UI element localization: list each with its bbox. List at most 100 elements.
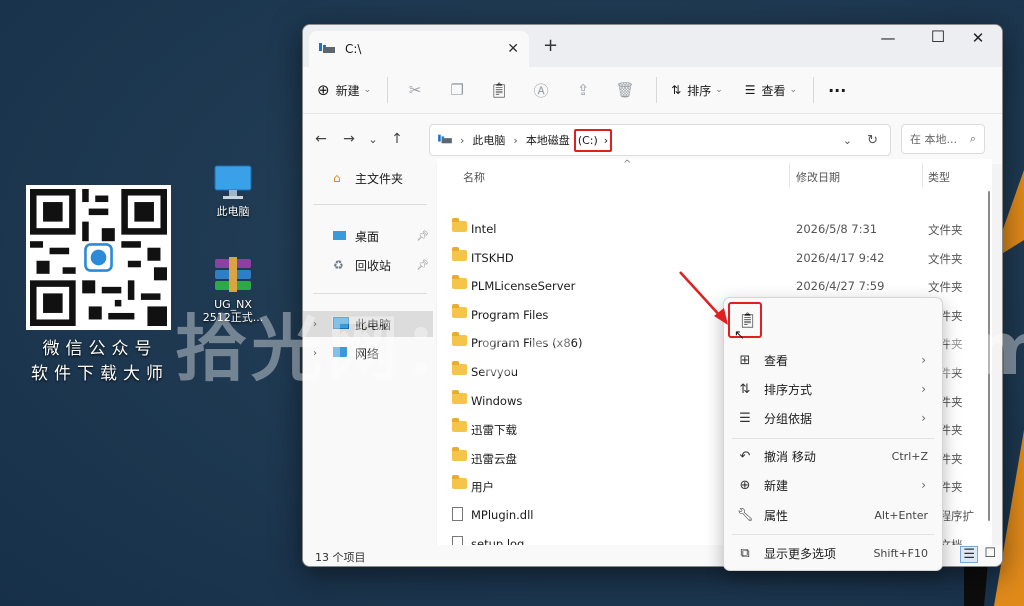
pin-icon[interactable]: 📌︎ <box>416 231 429 242</box>
file-name: Program Files (x86) <box>471 336 583 351</box>
chevron-down-icon: ⌄ <box>715 85 723 95</box>
qr-caption-line2: 软件下载大师 <box>31 364 169 384</box>
column-type[interactable]: 类型 <box>928 169 950 185</box>
copy-icon[interactable]: ❐ <box>444 81 470 99</box>
cut-icon[interactable]: ✂ <box>402 81 428 99</box>
new-tab-button[interactable]: + <box>543 35 558 56</box>
paste-icon: 📋︎ <box>738 311 758 329</box>
paste-icon[interactable]: 📋︎ <box>486 81 512 99</box>
navigation-pane: ⌂ 主文件夹 桌面 📌︎ ♻ 回收站 📌︎ › 此电脑 › 网络 <box>303 163 436 551</box>
breadcrumb-local-disk[interactable]: 本地磁盘 <box>526 132 570 148</box>
file-date: 2026/4/17 9:42 <box>796 250 885 265</box>
folder-icon <box>452 332 467 349</box>
history-chevron-icon[interactable]: ⌄ <box>843 134 852 147</box>
file-name: 迅雷云盘 <box>471 451 517 466</box>
tiles-view-icon[interactable]: ☐ <box>984 546 996 561</box>
file-name: Windows <box>471 393 523 408</box>
winrar-archive-icon <box>215 257 251 292</box>
monitor-icon <box>214 165 252 199</box>
sidebar-item-desktop[interactable]: 桌面 📌︎ <box>313 223 433 249</box>
desktop-icon-label: UG_NX 2512正式... <box>202 298 264 324</box>
file-name: MPlugin.dll <box>471 508 534 522</box>
address-bar[interactable]: › 此电脑 › 本地磁盘 (C:) › ⌄ ↻ <box>429 124 891 156</box>
tab-title: C:\ <box>345 42 362 56</box>
close-window-button[interactable]: ✕ <box>955 29 1001 47</box>
chevron-down-icon: ⌄ <box>789 85 798 95</box>
vertical-scrollbar[interactable] <box>986 191 992 521</box>
column-name[interactable]: 名称 <box>463 169 485 185</box>
sort-icon: ⇅ <box>671 83 682 97</box>
details-view-icon[interactable]: ☰ <box>960 546 978 563</box>
file-type: 文件夹 <box>928 251 963 266</box>
desktop-icon-archive[interactable]: UG_NX 2512正式... <box>198 255 268 324</box>
back-arrow-icon[interactable]: ← <box>309 131 333 147</box>
home-icon: ⌂ <box>333 171 341 185</box>
sort-button[interactable]: ⇅ 排序 ⌄ <box>671 82 723 99</box>
recycle-bin-icon: ♻ <box>333 258 344 272</box>
minimize-button[interactable]: — <box>865 29 911 47</box>
menu-item-group[interactable]: ☰ 分组依据 › <box>724 404 942 432</box>
menu-item-new[interactable]: ⊕ 新建 › <box>724 471 942 499</box>
tab-c-drive[interactable]: C:\ ✕ <box>309 31 529 67</box>
folder-icon <box>452 418 467 435</box>
expand-chevron-icon[interactable]: › <box>313 319 317 330</box>
title-bar: C:\ ✕ + — ☐ ✕ <box>303 25 1002 67</box>
menu-item-view[interactable]: ⊞ 查看 › <box>724 346 942 374</box>
file-row[interactable]: Intel 2026/5/8 7:31 文件夹 <box>437 215 992 243</box>
sidebar-item-home[interactable]: ⌂ 主文件夹 <box>313 165 433 191</box>
search-icon: ⌕ <box>969 132 976 145</box>
network-icon <box>333 346 351 360</box>
sidebar-item-this-pc[interactable]: › 此电脑 <box>303 311 433 337</box>
file-name: ITSKHD <box>471 250 514 265</box>
up-arrow-icon[interactable]: ↑ <box>385 131 409 147</box>
search-box[interactable]: 在 本地... ⌕ <box>901 124 985 154</box>
drive-icon <box>438 133 452 148</box>
expand-chevron-icon[interactable]: › <box>313 348 317 359</box>
rename-icon[interactable]: Ⓐ <box>528 80 554 101</box>
chevron-right-icon: › <box>513 133 518 147</box>
chevron-down-icon: ⌄ <box>363 85 372 95</box>
file-date: 2026/4/27 7:59 <box>796 279 885 294</box>
file-icon <box>452 507 463 524</box>
menu-item-undo[interactable]: ↶ 撤消 移动 Ctrl+Z <box>724 442 942 470</box>
group-list-icon: ☰ <box>739 410 751 426</box>
monitor-icon <box>333 316 351 332</box>
grid-icon: ⊞ <box>739 352 751 368</box>
delete-icon[interactable]: 🗑︎ <box>612 81 638 99</box>
column-date[interactable]: 修改日期 <box>796 169 840 185</box>
desktop-icon-thispc[interactable]: 此电脑 <box>198 164 268 218</box>
menu-item-sort[interactable]: ⇅ 排序方式 › <box>724 375 942 403</box>
file-name: 迅雷下载 <box>471 423 517 438</box>
folder-icon <box>452 303 467 321</box>
context-menu: 📋︎ ↖ ⊞ 查看 › ⇅ 排序方式 › ☰ 分组依据 › ↶ 撤消 移动 Ct… <box>723 297 943 571</box>
menu-item-more-options[interactable]: ⧉ 显示更多选项 Shift+F10 <box>724 539 942 567</box>
sidebar-item-network[interactable]: › 网络 <box>313 340 433 366</box>
file-type: 文件夹 <box>928 223 963 237</box>
desktop-icon-label: 此电脑 <box>216 205 250 218</box>
refresh-icon[interactable]: ↻ <box>867 133 878 148</box>
sidebar-item-recycle-bin[interactable]: ♻ 回收站 📌︎ <box>313 252 433 278</box>
file-name: PLMLicenseServer <box>471 279 576 294</box>
command-bar: ⊕ 新建 ⌄ ✂ ❐ 📋︎ Ⓐ ⇪ 🗑︎ ⇅ 排序 ⌄ ☰ 查看 ⌄ ··· <box>303 67 1002 114</box>
folder-icon <box>452 218 467 235</box>
pin-icon[interactable]: 📌︎ <box>416 260 429 271</box>
chevron-right-icon: › <box>921 478 926 492</box>
more-options-button[interactable]: ··· <box>828 81 846 100</box>
new-button[interactable]: ⊕ 新建 ⌄ <box>317 81 371 99</box>
file-name: 用户 <box>471 480 494 495</box>
recent-chevron-icon[interactable]: ⌄ <box>361 133 385 146</box>
plus-circle-icon: ⊕ <box>739 477 751 493</box>
menu-item-properties[interactable]: 🔧︎ 属性 Alt+Enter <box>724 501 942 529</box>
chevron-right-icon: › <box>921 382 926 396</box>
drive-icon <box>319 41 335 58</box>
view-button[interactable]: ☰ 查看 ⌄ <box>745 82 797 99</box>
file-row[interactable]: ITSKHD 2026/4/17 9:42 文件夹 <box>437 244 992 272</box>
annotation-arrow <box>679 271 728 325</box>
qr-caption-line1: 微信公众号 <box>42 339 158 359</box>
forward-arrow-icon[interactable]: → <box>337 131 361 147</box>
tab-close-icon[interactable]: ✕ <box>507 41 519 57</box>
breadcrumb-c-drive-highlight[interactable]: (C:) › <box>573 128 613 152</box>
share-icon[interactable]: ⇪ <box>570 81 596 99</box>
breadcrumb-thispc[interactable]: 此电脑 <box>472 132 505 148</box>
file-date: 2026/5/8 7:31 <box>796 222 878 236</box>
